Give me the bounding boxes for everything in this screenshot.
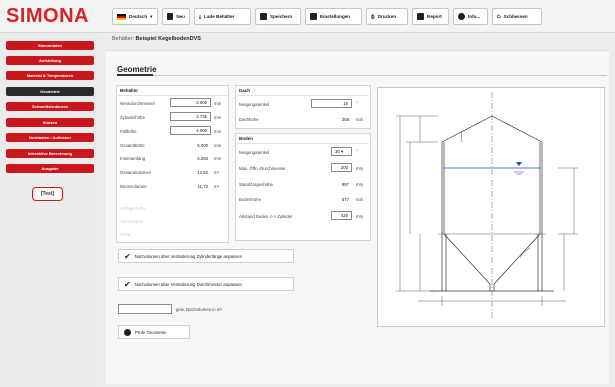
gesamtvolumen-label: Gesamtvolumen (120, 170, 152, 175)
title-divider (117, 75, 607, 76)
max-oeffnung-label: Max. Öffn.-Durchmesser (239, 166, 286, 171)
container-name: Beispiel KegelbodenDVS (135, 36, 201, 42)
section-title: Geometrie (117, 65, 157, 74)
sidebar-item-geometrie[interactable]: Geometrie (6, 87, 94, 96)
sidebar-item-material[interactable]: Material & Temperaturen (6, 71, 94, 80)
shield-icon (124, 328, 131, 336)
abstand-boden-input[interactable]: 420 (331, 211, 352, 220)
dach-title: Dach (239, 88, 251, 93)
sidebar-item-aufstellung[interactable]: Aufstellung (6, 56, 94, 65)
boden-neigungswinkel-select[interactable]: 30 ▾ (331, 147, 352, 156)
disabled-field-label: Auflagerhöhe (120, 206, 146, 211)
close-button[interactable]: ⏻ Schliessen (492, 8, 542, 25)
dach-neigungswinkel-label: Neigungswinkel (239, 102, 270, 107)
checkmark-icon: ✔ (124, 251, 131, 261)
test-button[interactable]: [Test] (32, 187, 63, 201)
gesamthoehe-value: 5.000 (197, 143, 208, 148)
simona-logo: SIMONA (6, 5, 89, 27)
disabled-field-label: Trennebene (120, 219, 144, 224)
checkmark-icon: ✔ (124, 279, 131, 289)
save-button[interactable]: Speichern (255, 8, 301, 25)
language-select[interactable]: Deutsch ▾ (112, 8, 158, 25)
adjust-diameter-button[interactable]: ✔ Nutzvolumen über Veränderung Durchmess… (118, 277, 294, 291)
info-icon (458, 13, 465, 20)
chevron-down-icon: ▾ (340, 149, 344, 154)
standzargenhoehe-value: 997 (341, 182, 349, 187)
title-underline (117, 74, 153, 76)
settings-button[interactable]: Einstellungen (305, 8, 362, 25)
dachhoehe-value: 268 (341, 117, 349, 122)
sidebar-item-stutzen[interactable]: Stutzen (6, 118, 94, 127)
divider (118, 95, 227, 96)
report-icon (417, 13, 424, 20)
floppy-icon (260, 13, 267, 20)
bodenhoehe-label: Bodenhöhe (239, 197, 261, 202)
gesamthoehe-label: Gesamthöhe (120, 143, 145, 148)
zylinderhoehe-label: Zylinderhöhe (120, 115, 145, 120)
print-button[interactable]: ⎙ Drucken (366, 8, 408, 25)
chevron-down-icon: ▾ (150, 13, 153, 19)
power-icon: ⏻ (497, 14, 501, 19)
divider (237, 143, 369, 144)
target-volume-input[interactable] (118, 304, 172, 314)
innenumfang-value: 6.283 (197, 156, 208, 161)
german-flag-icon (117, 13, 126, 20)
file-icon (167, 13, 174, 20)
check-geometry-button[interactable]: Prüfe Geometrie (118, 325, 190, 339)
boden-title: Boden (239, 136, 253, 141)
standzargenhoehe-label: Standzargenhöhe (239, 182, 273, 187)
nenndurchmesser-label: Nenndurchmesser (120, 101, 156, 106)
tank-diagram (396, 92, 578, 320)
dachhoehe-label: Dachhöhe (239, 117, 259, 122)
download-icon: ⤓ (199, 14, 202, 19)
innenumfang-label: Innenumfang (120, 156, 146, 161)
tank-drawing (377, 87, 605, 327)
boden-neigungswinkel-label: Neigungswinkel (239, 150, 270, 155)
adjust-cylinder-button[interactable]: ✔ Nutzvolumen über Veränderung Zylinderl… (118, 249, 294, 263)
fuellhoehe-label: Füllhöhe (120, 129, 137, 134)
sidebar-item-stammdaten[interactable]: Stammdaten (6, 41, 94, 50)
abstand-boden-label: Abstand Boden <-> Zylinder (239, 214, 293, 219)
nennvolumen-label: Nennvolumen (120, 184, 147, 189)
bodenhoehe-value: 577 (341, 197, 349, 202)
sidebar-item-nutzlasten[interactable]: Nutzlasten / Auflasten (6, 133, 94, 142)
nenndurchmesser-input[interactable]: 2.000 (170, 98, 211, 107)
info-button[interactable]: Info... (453, 8, 488, 25)
printer-icon: ⎙ (371, 14, 375, 19)
divider (237, 95, 369, 96)
gesamtvolumen-value: 12,62 (197, 170, 208, 175)
sidebar-item-berechnung[interactable]: Interaktive Berechnung (6, 149, 94, 158)
language-label: Deutsch (129, 14, 148, 19)
sidebar-item-ausgabe[interactable]: Ausgabe (6, 164, 94, 173)
disabled-field-label: Höhe (120, 232, 131, 237)
fuellhoehe-input[interactable]: 4.000 (170, 126, 211, 135)
behaelter-title: Behälter (120, 88, 139, 93)
list-icon (310, 13, 317, 20)
dach-neigungswinkel-input[interactable]: 15 (311, 99, 352, 108)
breadcrumb: Behälter: Beispiel KegelbodenDVS (112, 36, 201, 42)
report-button[interactable]: Report (412, 8, 449, 25)
zylinderhoehe-input[interactable]: 3.735 (170, 112, 211, 121)
new-button[interactable]: Neu (162, 8, 190, 25)
max-oeffnung-input[interactable]: 200 (331, 163, 352, 172)
load-button[interactable]: ⤓ Lade Behälter (194, 8, 251, 25)
target-volume-label: gew. Nutzvolumen in m³ (176, 307, 222, 312)
nennvolumen-value: 11,72 (197, 184, 208, 189)
sidebar-item-schweissstrukturen[interactable]: Schweißstrukturen (6, 102, 94, 111)
